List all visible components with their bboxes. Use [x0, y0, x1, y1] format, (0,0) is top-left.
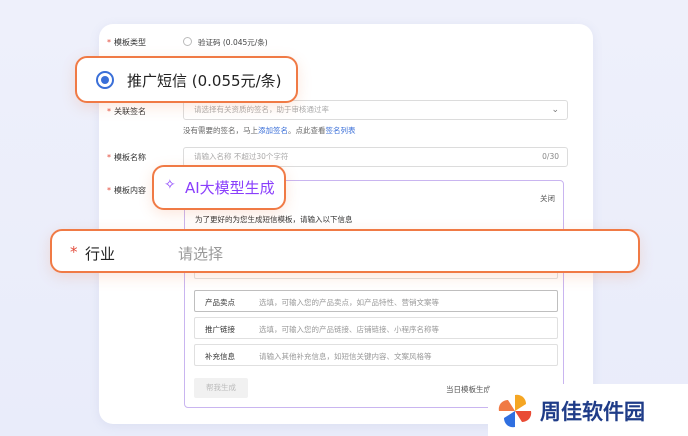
industry-label: 行业 — [85, 245, 116, 263]
name-counter: 0/30 — [542, 152, 559, 161]
signature-label: * 关联签名 — [107, 107, 146, 116]
ai-title: AI大模型生成 — [185, 179, 275, 197]
content-label: * 模板内容 — [107, 186, 146, 195]
name-input[interactable]: 请输入名称 不超过30个字符 0/30 — [183, 147, 568, 167]
signature-select[interactable]: 请选择有关资质的签名，助于审核通过率 ⌄ — [183, 100, 568, 120]
industry-select[interactable]: 请选择 — [178, 243, 223, 264]
option-captcha-label: 验证码 (0.045元/条) — [198, 38, 268, 47]
close-button[interactable]: 关闭 — [540, 193, 555, 204]
add-signature-link[interactable]: 添加签名 — [258, 126, 288, 135]
callout-promo-option: 推广短信 (0.055元/条) — [75, 56, 298, 103]
ai-row-link[interactable]: 推广链接 选填，可输入您的产品链接、店铺链接、小程序名称等 — [194, 317, 558, 339]
signature-hint: 没有需要的签名，马上添加签名。点此查看签名列表 — [183, 126, 356, 135]
ai-intro: 为了更好的为您生成短信模板，请输入以下信息 — [195, 215, 353, 224]
pinwheel-logo-icon — [498, 394, 532, 428]
radio-promo-selected[interactable] — [96, 71, 114, 89]
generate-button[interactable]: 帮我生成 — [194, 378, 248, 398]
watermark-text: 周佳软件园 — [540, 400, 645, 424]
callout-industry: * 行业 请选择 — [50, 229, 640, 273]
option-promo-label: 推广短信 (0.055元/条) — [127, 72, 282, 90]
chevron-down-icon: ⌄ — [551, 105, 559, 115]
ai-row-selling-point[interactable]: 产品卖点 选填，可输入您的产品卖点，如产品特性、营销文案等 — [194, 290, 558, 312]
name-label: * 模板名称 — [107, 153, 146, 162]
callout-ai-title: ✧ AI大模型生成 — [152, 165, 286, 210]
signature-list-link[interactable]: 签名列表 — [326, 126, 356, 135]
radio-captcha[interactable] — [183, 37, 192, 46]
watermark: 周佳软件园 — [488, 384, 688, 436]
template-type-label: * 模板类型 — [107, 38, 146, 47]
magic-wand-icon: ✧ — [164, 177, 176, 193]
ai-row-extra[interactable]: 补充信息 请输入其他补充信息，如短信关键内容、文案风格等 — [194, 344, 558, 366]
